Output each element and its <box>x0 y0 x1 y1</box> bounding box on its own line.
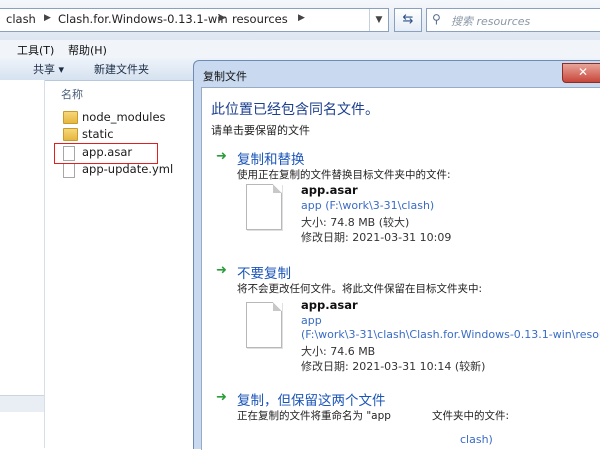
file-icon <box>246 184 282 230</box>
folder-icon <box>63 128 78 141</box>
option-description: 正在复制的文件将重命名为 "app <box>237 410 391 422</box>
menu-help[interactable]: 帮助(H) <box>68 42 107 58</box>
close-button[interactable]: ✕ <box>562 63 600 83</box>
close-icon: ✕ <box>577 65 589 79</box>
file-path: clash) <box>460 433 493 446</box>
file-path: app (F:\work\3-31\clash) <box>301 199 435 212</box>
file-icon <box>246 302 282 348</box>
search-icon: ⚲ <box>432 12 441 26</box>
option-description-tail: 文件夹中的文件: <box>432 410 510 422</box>
dialog-subheading: 请单击要保留的文件 <box>211 124 310 137</box>
file-size: 大小: 74.8 MB (较大) <box>301 216 410 229</box>
breadcrumb-item-clash-for-windows[interactable]: Clash.for.Windows-0.13.1-win <box>58 12 228 26</box>
option-description: 将不会更改任何文件。将此文件保留在目标文件夹中: <box>237 283 483 295</box>
file-name: app-update.yml <box>82 162 174 176</box>
list-item-node-modules[interactable]: node_modules <box>60 109 194 127</box>
file-name: node_modules <box>82 110 166 124</box>
file-size: 大小: 74.6 MB <box>301 345 376 358</box>
option-title[interactable]: 不要复制 <box>237 262 291 282</box>
arrow-right-icon: ➜ <box>216 149 227 164</box>
horizontal-scrollbar[interactable] <box>0 395 44 412</box>
breadcrumb-item-clash[interactable]: clash <box>6 12 36 26</box>
arrow-right-icon: ➜ <box>216 263 227 278</box>
menu-bar: 工具(T) 帮助(H) <box>0 40 600 59</box>
search-placeholder: 搜索 resources <box>451 15 531 28</box>
menu-tools[interactable]: 工具(T) <box>17 42 54 58</box>
search-input[interactable]: ⚲ 搜索 resources <box>426 8 600 32</box>
file-path: app <box>301 314 322 327</box>
file-name: app.asar <box>301 183 358 197</box>
breadcrumb[interactable]: clash ▶ Clash.for.Windows-0.13.1-win ▶ r… <box>0 8 389 32</box>
option-description: 使用正在复制的文件替换目标文件夹中的文件: <box>237 169 451 181</box>
highlight-box <box>54 143 158 164</box>
file-modified: 修改日期: 2021-03-31 10:09 <box>301 231 452 244</box>
chevron-right-icon[interactable]: ▶ <box>44 13 51 23</box>
navigation-pane[interactable] <box>0 80 45 448</box>
refresh-icon: ⇆ <box>402 12 414 27</box>
new-folder-button[interactable]: 新建文件夹 <box>94 61 149 77</box>
dialog-title: 复制文件 <box>203 70 247 83</box>
copy-file-dialog: 复制文件 ✕ 此位置已经包含同名文件。 请单击要保留的文件 ➜ 复制和替换 使用… <box>193 60 600 450</box>
column-header-name[interactable]: 名称 <box>61 86 83 102</box>
chevron-right-icon[interactable]: ▶ <box>219 13 226 23</box>
refresh-button[interactable]: ⇆ <box>394 8 422 32</box>
chevron-down-icon[interactable]: ▼ <box>369 9 388 31</box>
option-title[interactable]: 复制和替换 <box>237 148 305 168</box>
dialog-heading: 此位置已经包含同名文件。 <box>211 102 379 118</box>
file-modified: 修改日期: 2021-03-31 10:14 (较新) <box>301 360 486 373</box>
option-title[interactable]: 复制，但保留这两个文件 <box>237 389 386 409</box>
breadcrumb-item-resources[interactable]: resources <box>232 12 288 26</box>
address-bar-area: clash ▶ Clash.for.Windows-0.13.1-win ▶ r… <box>0 0 600 41</box>
chevron-right-icon[interactable]: ▶ <box>298 13 305 23</box>
arrow-right-icon: ➜ <box>216 390 227 405</box>
file-path: (F:\work\3-31\clash\Clash.for.Windows-0.… <box>301 328 600 341</box>
list-item-static[interactable]: static <box>60 126 194 144</box>
file-icon <box>63 163 75 178</box>
file-name: static <box>82 127 114 141</box>
dialog-body: 此位置已经包含同名文件。 请单击要保留的文件 ➜ 复制和替换 使用正在复制的文件… <box>201 87 600 450</box>
share-button[interactable]: 共享 ▾ <box>33 61 64 77</box>
file-name: app.asar <box>301 298 358 312</box>
folder-icon <box>63 111 78 124</box>
